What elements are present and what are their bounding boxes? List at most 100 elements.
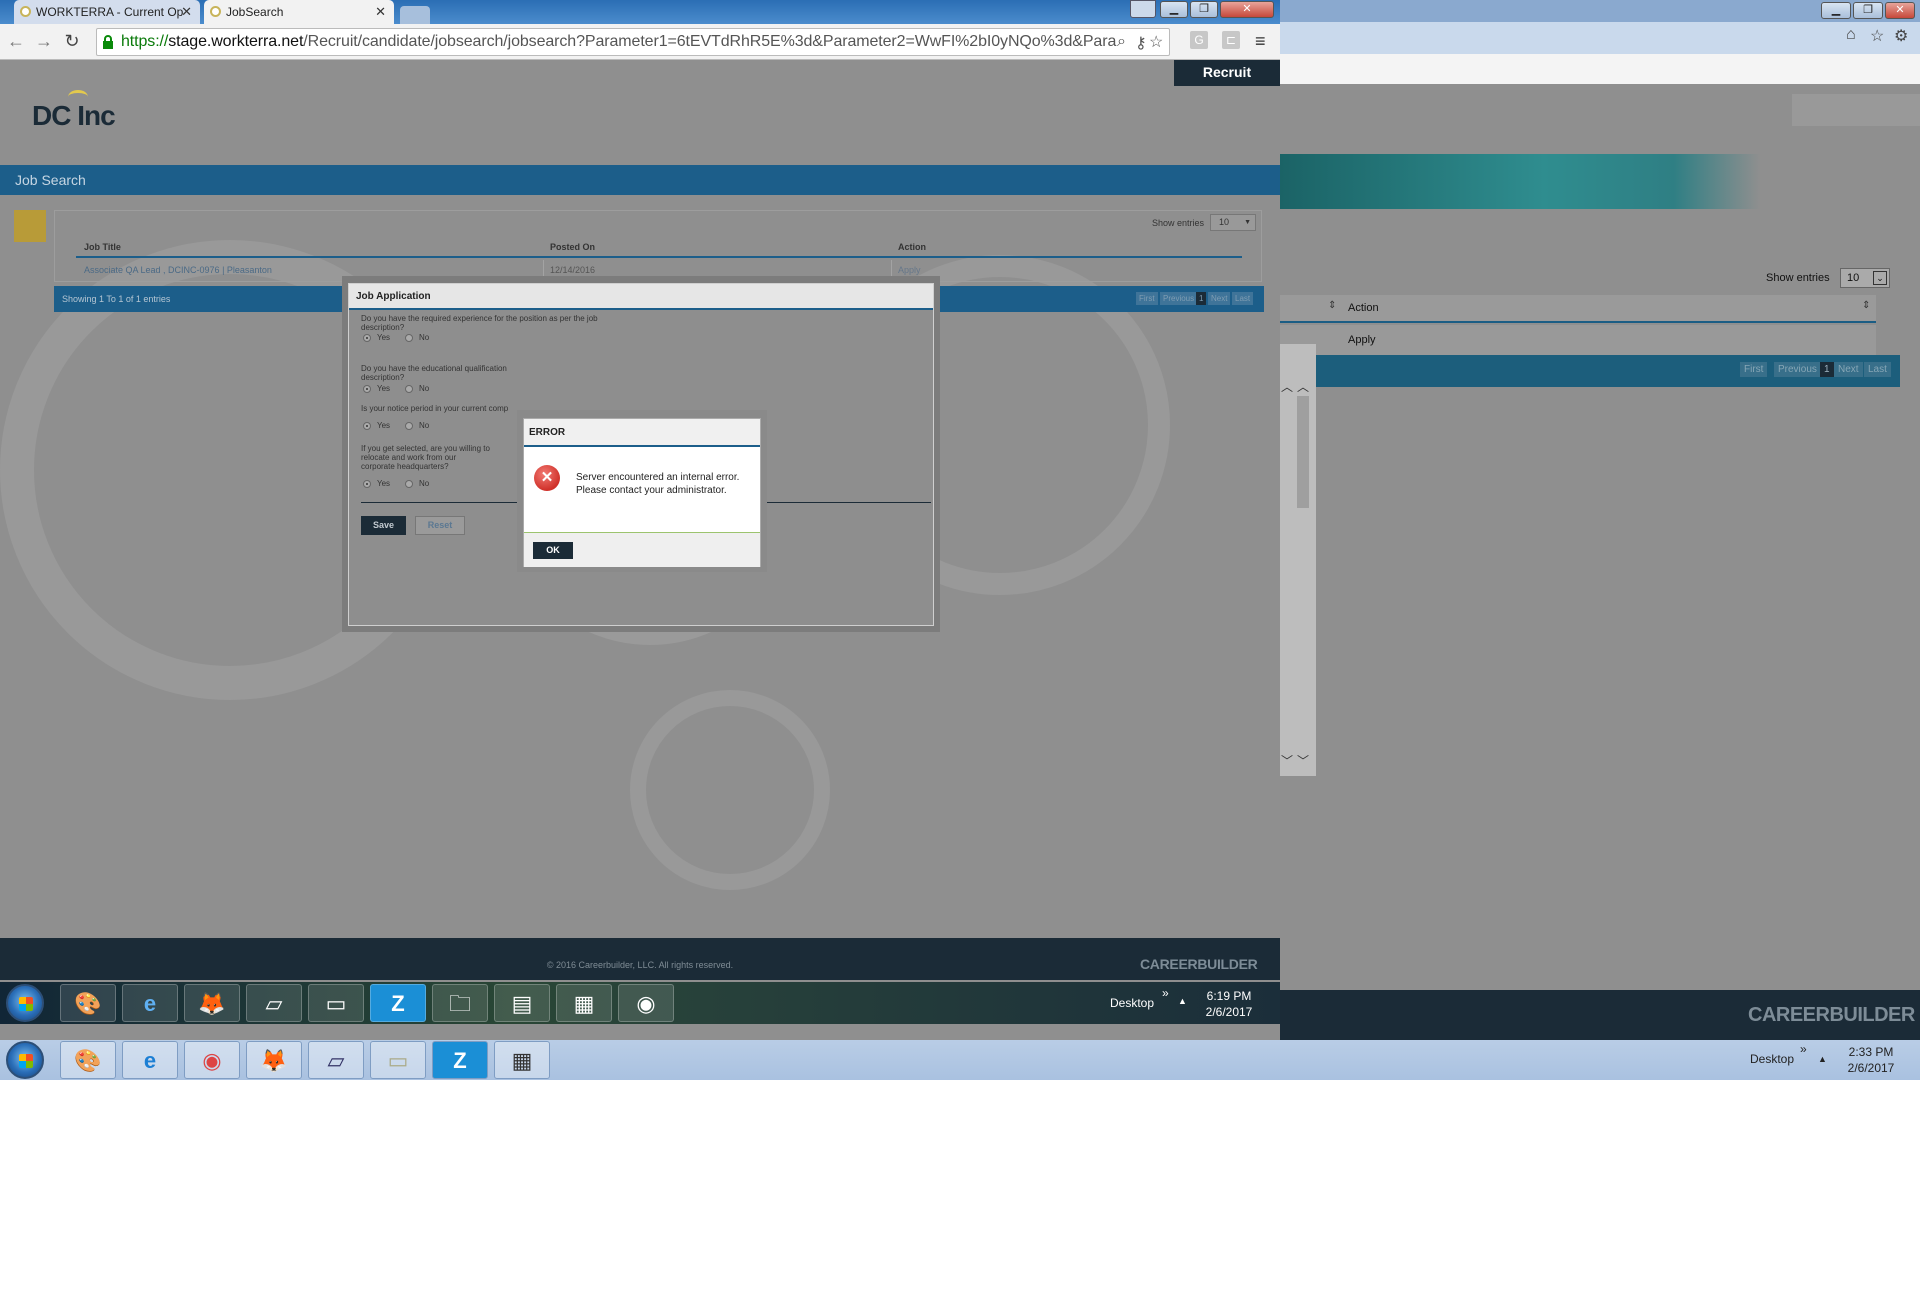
internet-explorer-icon[interactable]: e (122, 984, 178, 1022)
error-x-icon: ✕ (534, 465, 560, 491)
bg-show-entries-select[interactable]: 10 ⌄ (1840, 268, 1890, 288)
minimize-button[interactable]: ▁ (1160, 1, 1188, 18)
tab-label: JobSearch (226, 5, 284, 19)
radio-no[interactable] (405, 480, 413, 488)
column-job-title[interactable]: Job Title (84, 242, 121, 252)
page-next[interactable]: Next (1208, 292, 1231, 305)
user-icon[interactable] (1130, 0, 1156, 18)
radio-yes[interactable] (363, 480, 371, 488)
clock-date: 2/6/2017 (1847, 1061, 1895, 1075)
reload-icon[interactable]: ↻ (62, 31, 82, 52)
column-posted-on[interactable]: Posted On (550, 242, 595, 252)
tab-close-icon[interactable]: ✕ (375, 0, 386, 24)
firefox-icon[interactable]: 🦊 (246, 1041, 302, 1079)
radio-no[interactable] (405, 422, 413, 430)
paint-app-icon[interactable]: 🎨 (60, 1041, 116, 1079)
start-button[interactable] (6, 984, 44, 1022)
show-entries-select[interactable]: 10 ▼ (1210, 214, 1256, 231)
chrome-icon[interactable]: ◉ (618, 984, 674, 1022)
bookmark-star-icon[interactable]: ☆ (1149, 32, 1163, 52)
bg-page-number[interactable]: 1 (1820, 362, 1834, 377)
filter-toggle-button[interactable] (14, 210, 46, 242)
chevron-right-icon[interactable]: » (1162, 986, 1169, 1000)
chevron-down-icon: ▼ (1244, 219, 1251, 226)
home-icon[interactable]: ⌂ (1846, 26, 1856, 44)
start-button[interactable] (6, 1041, 44, 1079)
desktop-toolbar-label[interactable]: Desktop (1750, 1052, 1794, 1066)
app-icon[interactable]: ▱ (246, 984, 302, 1022)
tab-jobsearch[interactable]: JobSearch ✕ (204, 0, 394, 25)
bg-show-entries-label: Show entries (1766, 272, 1830, 284)
address-bar[interactable]: https://stage.workterra.net/Recruit/cand… (96, 28, 1170, 56)
system-clock[interactable]: 6:19 PM 2/6/2017 (1196, 988, 1262, 1020)
tray-expand-icon[interactable]: ▲ (1818, 1054, 1827, 1064)
bg-apply-link[interactable]: Apply (1348, 334, 1376, 346)
radio-yes[interactable] (363, 422, 371, 430)
tab-close-icon[interactable]: ✕ (181, 0, 192, 24)
recruit-tab[interactable]: Recruit (1174, 60, 1280, 86)
sort-icon[interactable]: ⇕ (1862, 300, 1870, 311)
reset-button[interactable]: Reset (415, 516, 465, 535)
key-icon[interactable]: ⚷ (1135, 33, 1147, 53)
bg-page-last[interactable]: Last (1864, 362, 1891, 377)
desktop-toolbar-label[interactable]: Desktop (1110, 996, 1154, 1010)
ok-button[interactable]: OK (533, 542, 573, 559)
z-app-icon[interactable]: Z (370, 984, 426, 1022)
bg-scrollbar[interactable]: ︿ ︿ ﹀ ﹀ (1280, 344, 1316, 776)
radio-yes[interactable] (363, 385, 371, 393)
zoom-icon[interactable]: ⌕ (1117, 33, 1126, 51)
scroll-down-icon[interactable]: ﹀ (1281, 752, 1293, 769)
close-button[interactable]: ✕ (1220, 1, 1274, 18)
job-title-link[interactable]: Associate QA Lead , DCINC-0976 | Pleasan… (84, 265, 272, 275)
page-previous[interactable]: Previous (1160, 292, 1198, 305)
radio-no[interactable] (405, 334, 413, 342)
page-number[interactable]: 1 (1196, 292, 1207, 305)
folder-icon[interactable]: 🗀 (432, 984, 488, 1022)
internet-explorer-icon[interactable]: e (122, 1041, 178, 1079)
extension-g-icon[interactable]: G (1190, 31, 1208, 49)
screen: ▁ ❐ ✕ ⌂ ☆ ⚙ Show entries 10 ⌄ ⇕ Action ⇕… (0, 0, 1920, 1294)
background-bookmark-strip (1280, 54, 1920, 84)
bg-restore-button[interactable]: ❐ (1853, 2, 1883, 19)
page-last[interactable]: Last (1232, 292, 1254, 305)
bg-minimize-button[interactable]: ▁ (1821, 2, 1851, 19)
firefox-icon[interactable]: 🦊 (184, 984, 240, 1022)
tab-workterra[interactable]: WORKTERRA - Current Op ✕ (14, 0, 200, 25)
show-entries-value: 10 (1219, 217, 1230, 227)
bg-close-button[interactable]: ✕ (1885, 2, 1915, 19)
scrollbar-thumb[interactable] (1297, 396, 1309, 508)
save-button[interactable]: Save (361, 516, 406, 535)
z-app-icon[interactable]: Z (432, 1041, 488, 1079)
menu-icon[interactable]: ≡ (1255, 31, 1266, 52)
forward-icon[interactable]: → (34, 31, 54, 52)
radio-no[interactable] (405, 385, 413, 393)
chrome-icon[interactable]: ◉ (184, 1041, 240, 1079)
restore-button[interactable]: ❐ (1190, 1, 1218, 18)
scroll-down-icon[interactable]: ﹀ (1297, 752, 1309, 769)
extension-icon[interactable]: ⊏ (1222, 31, 1240, 49)
tray-expand-icon[interactable]: ▲ (1178, 996, 1187, 1006)
document-icon[interactable]: ▦ (556, 984, 612, 1022)
column-action[interactable]: Action (898, 242, 926, 252)
app-icon[interactable]: ▱ (308, 1041, 364, 1079)
sticky-notes-icon[interactable]: ▭ (308, 984, 364, 1022)
radio-yes[interactable] (363, 334, 371, 342)
bg-page-previous[interactable]: Previous (1774, 362, 1821, 377)
bg-page-first[interactable]: First (1740, 362, 1768, 377)
paint-app-icon[interactable]: 🎨 (60, 984, 116, 1022)
chevron-right-icon[interactable]: » (1800, 1042, 1807, 1056)
sticky-notes-icon[interactable]: ▭ (370, 1041, 426, 1079)
document-icon[interactable]: ▦ (494, 1041, 550, 1079)
apply-link[interactable]: Apply (898, 265, 921, 275)
gear-icon[interactable]: ⚙ (1894, 26, 1908, 46)
new-tab-button[interactable] (400, 6, 430, 24)
star-icon[interactable]: ☆ (1870, 26, 1884, 46)
back-icon[interactable]: ← (6, 31, 26, 52)
bg-page-next[interactable]: Next (1834, 362, 1863, 377)
system-clock[interactable]: 2:33 PM 2/6/2017 (1838, 1044, 1904, 1076)
scroll-up-icon[interactable]: ︿ (1281, 378, 1293, 395)
scroll-up-icon[interactable]: ︿ (1297, 378, 1309, 395)
sort-icon[interactable]: ⇕ (1328, 300, 1336, 311)
file-cabinet-icon[interactable]: ▤ (494, 984, 550, 1022)
page-first[interactable]: First (1136, 292, 1158, 305)
